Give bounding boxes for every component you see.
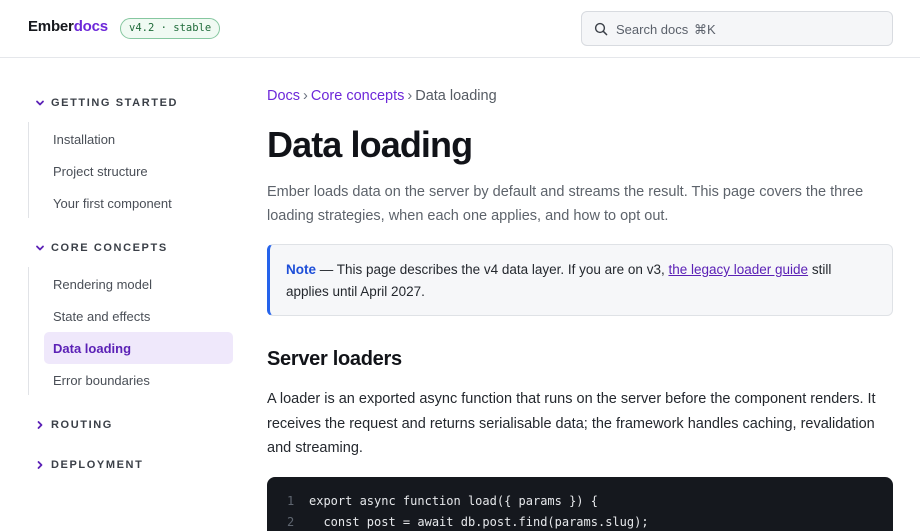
chevron-down-icon xyxy=(36,245,44,251)
note-callout: Note — This page describes the v4 data l… xyxy=(267,244,893,316)
line-number: 1 xyxy=(287,494,295,508)
code-line: 1 export async function load({ params }) … xyxy=(267,491,893,512)
section-title-label: ROUTING xyxy=(51,419,113,431)
sidebar-item-project-structure[interactable]: Project structure xyxy=(44,155,233,187)
section-title-label: CORE CONCEPTS xyxy=(51,242,168,254)
search-input[interactable]: Search docs ⌘K xyxy=(581,11,893,46)
section-routing[interactable]: ROUTING xyxy=(34,415,113,435)
search-placeholder: Search docs xyxy=(616,22,689,37)
code-line: 2 const post = await db.post.find(params… xyxy=(267,512,893,531)
search-icon xyxy=(594,22,608,36)
site-logo[interactable]: Emberdocs xyxy=(28,18,108,35)
chevron-right-icon xyxy=(37,461,43,469)
sidebar-nav: GETTING STARTED Installation Project str… xyxy=(0,58,250,531)
code-text: export async function load({ params }) { xyxy=(309,494,598,508)
chevron-right-icon xyxy=(37,421,43,429)
section-heading: Server loaders xyxy=(267,348,402,370)
search-shortcut: ⌘K xyxy=(694,22,716,37)
logo-accent: docs xyxy=(73,18,108,35)
chevron-down-icon xyxy=(36,100,44,106)
sidebar-item-installation[interactable]: Installation xyxy=(44,123,233,155)
section-title-label: GETTING STARTED xyxy=(51,97,179,109)
legacy-loader-guide-link[interactable]: the legacy loader guide xyxy=(668,262,808,277)
top-header: Emberdocs v4.2 · stable Search docs ⌘K xyxy=(0,0,920,58)
section-deployment[interactable]: DEPLOYMENT xyxy=(34,455,143,475)
breadcrumb-separator: › xyxy=(303,88,308,104)
section-core-concepts[interactable]: CORE CONCEPTS xyxy=(34,238,168,258)
line-number: 2 xyxy=(287,515,295,529)
section-divider xyxy=(28,267,29,395)
breadcrumb: Docs › Core concepts › Data loading xyxy=(267,88,497,104)
breadcrumb-current: Data loading xyxy=(415,88,497,104)
note-text: — This page describes the v4 data layer.… xyxy=(316,262,669,277)
body-paragraph: A loader is an exported async function t… xyxy=(267,391,876,456)
section-getting-started[interactable]: GETTING STARTED xyxy=(34,93,178,113)
sidebar-item-error-boundaries[interactable]: Error boundaries xyxy=(44,364,233,396)
code-block: 1 export async function load({ params }) … xyxy=(267,477,893,531)
breadcrumb-link-docs[interactable]: Docs xyxy=(267,88,300,104)
section-title-label: DEPLOYMENT xyxy=(51,459,144,471)
code-text: const post = await db.post.find(params.s… xyxy=(309,515,649,529)
intro-paragraph: Ember loads data on the server by defaul… xyxy=(267,184,864,224)
breadcrumb-separator: › xyxy=(407,88,413,104)
logo-prefix: Ember xyxy=(28,18,74,35)
section-divider xyxy=(28,122,29,218)
sidebar-item-data-loading[interactable]: Data loading xyxy=(44,332,233,364)
breadcrumb-link-core-concepts[interactable]: Core concepts xyxy=(311,88,405,104)
sidebar-item-state-effects[interactable]: State and effects xyxy=(44,300,233,332)
sidebar-item-rendering-model[interactable]: Rendering model xyxy=(44,268,233,300)
version-badge[interactable]: v4.2 · stable xyxy=(120,18,221,39)
note-label: Note xyxy=(286,262,316,277)
page-title: Data loading xyxy=(267,124,473,165)
sidebar-item-first-component[interactable]: Your first component xyxy=(44,187,233,219)
